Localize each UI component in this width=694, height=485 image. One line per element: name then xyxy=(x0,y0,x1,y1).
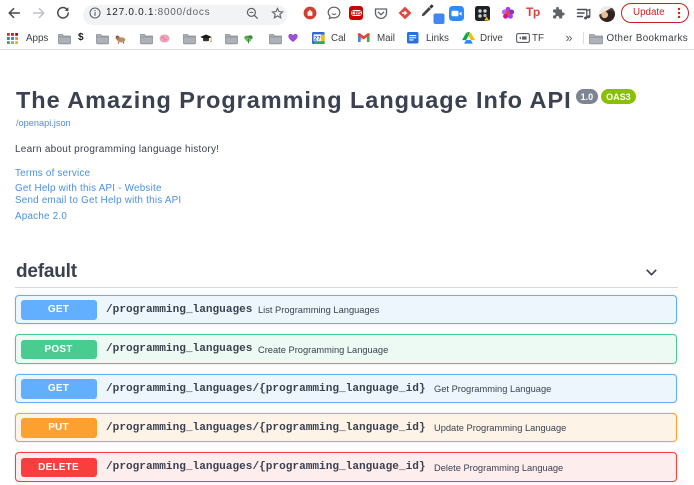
svg-text:27: 27 xyxy=(314,36,321,42)
